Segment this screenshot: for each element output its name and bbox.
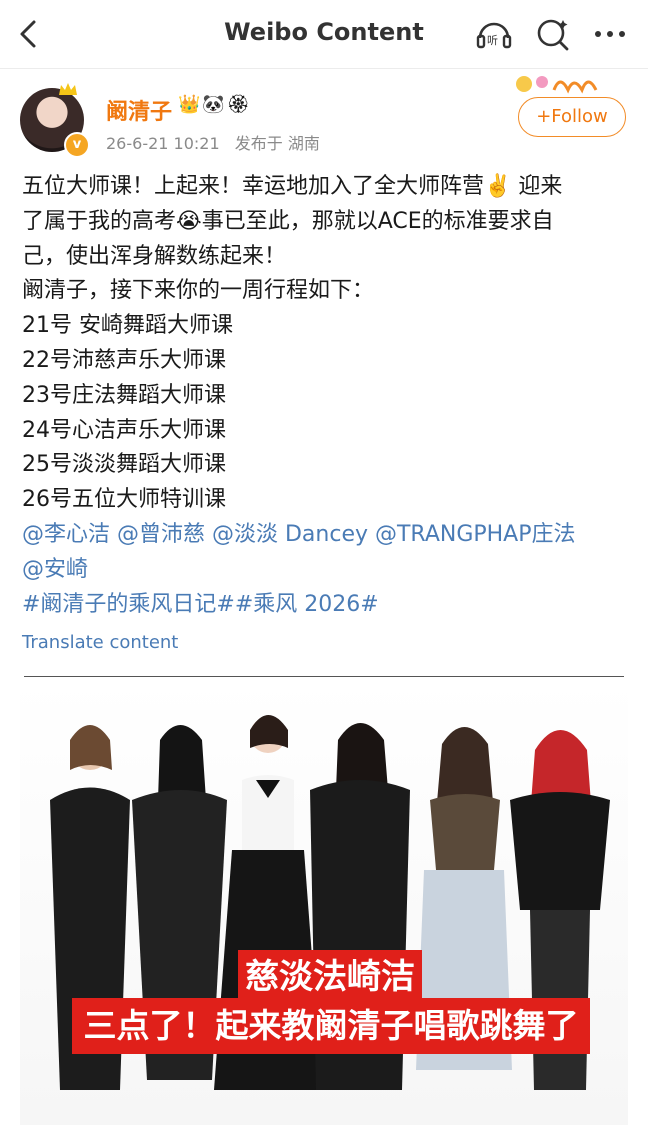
search-icon[interactable] xyxy=(534,16,574,52)
image-banner-names: 慈淡法崎洁 xyxy=(238,950,422,1004)
post-image[interactable]: 慈淡法崎洁 三点了！起来教阚清子唱歌跳舞了 xyxy=(20,680,628,1125)
post-line: 己，使出浑身解数练起来！ xyxy=(22,243,287,269)
top-bar: Weibo Content 听 xyxy=(0,0,648,69)
more-icon[interactable] xyxy=(590,16,630,52)
mentions-line[interactable]: @李心洁 @曾沛慈 @淡淡 Dancey @TRANGPHAP庄法 xyxy=(22,518,622,553)
author-name[interactable]: 阚清子 xyxy=(106,94,172,126)
author-badges: 👑🐼🏵 xyxy=(178,94,252,115)
post-line: 21号 安崎舞蹈大师课 xyxy=(22,313,233,339)
hashtags[interactable]: #阚清子的乘风日记##乘风 2026# xyxy=(22,588,622,623)
divider xyxy=(24,676,624,677)
post-line: 阚清子，接下来你的一周行程如下： xyxy=(22,278,375,304)
image-banner-caption: 三点了！起来教阚清子唱歌跳舞了 xyxy=(72,998,590,1054)
svg-text:听: 听 xyxy=(487,34,498,47)
post-line: 25号淡淡舞蹈大师课 xyxy=(22,452,226,478)
post-line: 了属于我的高考😭事已至此，那就以ACE的标准要求自 xyxy=(22,208,554,234)
post-line: 24号心洁声乐大师课 xyxy=(22,417,226,443)
post-text: 五位大师课！上起来！幸运地加入了全大师阵营✌️ 迎来 了属于我的高考😭事已至此，… xyxy=(22,170,622,622)
post-line: 23号庄法舞蹈大师课 xyxy=(22,382,226,408)
post-line: 26号五位大师特训课 xyxy=(22,487,226,513)
follow-button[interactable]: +Follow xyxy=(518,97,626,137)
post-line: 五位大师课！上起来！幸运地加入了全大师阵营✌️ 迎来 xyxy=(22,174,563,199)
listen-icon[interactable]: 听 xyxy=(474,16,514,52)
verified-badge: v xyxy=(64,132,90,158)
post-meta: 26-6-21 10:21 发布于 湖南 xyxy=(106,130,320,154)
group-photo-illustration xyxy=(50,715,610,1090)
post-time: 26-6-21 10:21 xyxy=(106,134,220,153)
post-line: 22号沛慈声乐大师课 xyxy=(22,347,226,373)
mentions-line[interactable]: @安崎 xyxy=(22,553,622,588)
translate-link[interactable]: Translate content xyxy=(22,632,178,653)
avatar-crown-icon xyxy=(59,83,77,95)
post-location: 发布于 湖南 xyxy=(234,134,320,153)
follow-sticker-icon xyxy=(516,76,598,94)
